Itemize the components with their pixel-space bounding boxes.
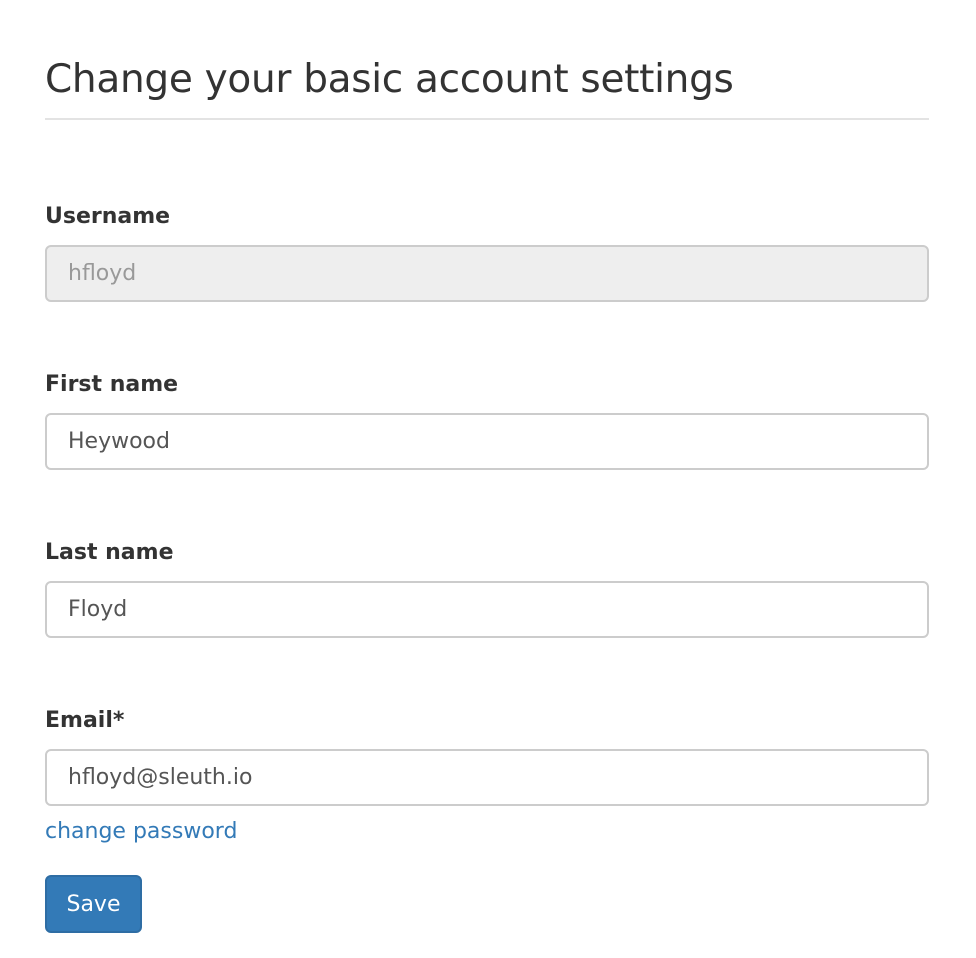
last-name-field-group: Last name: [45, 539, 929, 638]
username-field: [45, 245, 929, 302]
first-name-label: First name: [45, 372, 179, 397]
username-field-group: Username: [45, 203, 929, 302]
email-label: Email*: [45, 708, 125, 733]
account-settings-page: Change your basic account settings Usern…: [45, 0, 929, 933]
save-button[interactable]: Save: [45, 875, 142, 933]
page-title: Change your basic account settings: [45, 57, 734, 102]
email-field-group: Email*: [45, 707, 929, 806]
change-password-link[interactable]: change password: [45, 816, 237, 848]
last-name-label: Last name: [45, 540, 174, 565]
email-field[interactable]: [45, 749, 929, 806]
first-name-field-group: First name: [45, 371, 929, 470]
last-name-field[interactable]: [45, 581, 929, 638]
username-label: Username: [45, 204, 171, 229]
title-divider: [45, 118, 929, 120]
first-name-field[interactable]: [45, 413, 929, 470]
